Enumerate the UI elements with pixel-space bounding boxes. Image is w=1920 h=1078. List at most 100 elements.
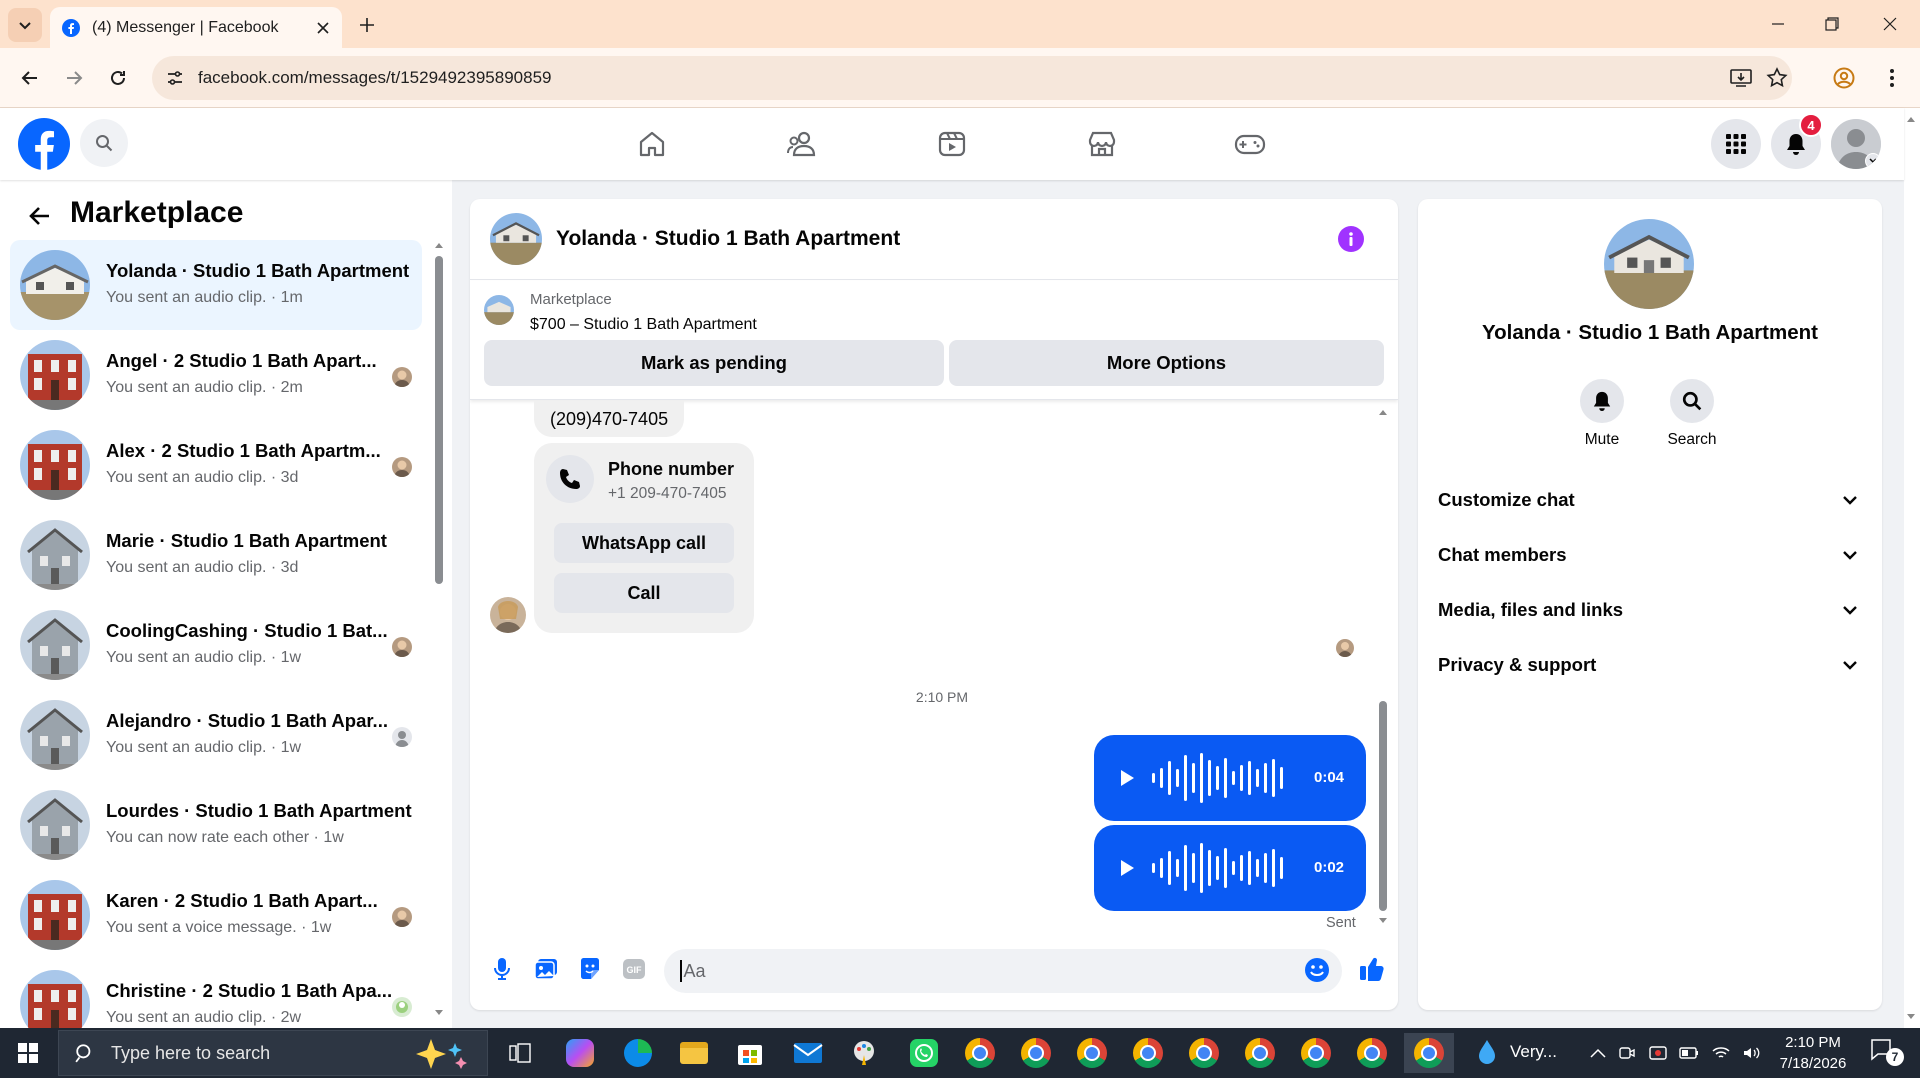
scrollbar-thumb[interactable] xyxy=(435,256,443,584)
details-section[interactable]: Privacy & support xyxy=(1438,654,1858,676)
chat-scroll-down-icon[interactable] xyxy=(1376,916,1390,926)
nav-gaming[interactable] xyxy=(1194,116,1306,172)
chat-scroll-up-icon[interactable] xyxy=(1376,407,1390,417)
listing-price-title[interactable]: $700 – Studio 1 Bath Apartment xyxy=(530,316,757,334)
facebook-search-button[interactable] xyxy=(80,119,128,167)
clock[interactable]: 2:10 PM 7/18/2026 xyxy=(1768,1032,1858,1074)
conversation-item[interactable]: Alejandro · Studio 1 Bath Apar... You sen… xyxy=(10,690,422,780)
sticker-icon xyxy=(581,958,599,979)
sticker-button[interactable] xyxy=(572,951,608,987)
details-avatar[interactable] xyxy=(1604,219,1694,309)
play-button[interactable] xyxy=(1112,853,1142,883)
scroll-up-arrow-icon[interactable] xyxy=(432,240,446,250)
chrome-profile-1[interactable] xyxy=(958,1033,1002,1073)
chrome-profile-5[interactable] xyxy=(1182,1033,1226,1073)
sender-avatar[interactable] xyxy=(490,597,526,633)
message-input[interactable]: Aa xyxy=(664,949,1342,993)
chrome-profile-4[interactable] xyxy=(1126,1033,1170,1073)
weather-widget[interactable]: Very... xyxy=(1476,1038,1557,1066)
chat-avatar[interactable] xyxy=(490,213,542,265)
mark-as-pending-button[interactable]: Mark as pending xyxy=(484,340,944,386)
conversation-item[interactable]: Yolanda · Studio 1 Bath Apartment You sen… xyxy=(10,240,422,330)
search-action[interactable]: Search xyxy=(1658,379,1726,449)
details-section[interactable]: Media, files and links xyxy=(1438,599,1858,621)
chrome-profile-8[interactable] xyxy=(1350,1033,1394,1073)
account-button[interactable] xyxy=(1831,119,1881,169)
back-button[interactable] xyxy=(12,60,48,96)
install-app-icon[interactable] xyxy=(1730,68,1752,88)
sidebar-scrollbar[interactable] xyxy=(432,240,446,1020)
gif-button[interactable]: GIF xyxy=(616,951,652,987)
more-options-button[interactable]: More Options xyxy=(949,340,1384,386)
store-app[interactable] xyxy=(728,1033,772,1073)
facebook-logo[interactable] xyxy=(18,118,70,170)
page-scroll-down-icon[interactable] xyxy=(1904,1012,1918,1022)
menu-button[interactable] xyxy=(1711,119,1761,169)
chrome-profile-6[interactable] xyxy=(1238,1033,1282,1073)
scroll-down-arrow-icon[interactable] xyxy=(432,1008,446,1018)
nav-marketplace[interactable] xyxy=(1046,116,1158,172)
conversation-item[interactable]: Karen · 2 Studio 1 Bath Apart... You sent… xyxy=(10,870,422,960)
chat-scrollbar-thumb[interactable] xyxy=(1379,701,1387,911)
system-tray[interactable] xyxy=(1590,1042,1760,1064)
chrome-active[interactable] xyxy=(1404,1033,1454,1073)
forward-button[interactable] xyxy=(56,60,92,96)
call-button[interactable]: Call xyxy=(554,573,734,613)
browser-menu-button[interactable] xyxy=(1874,60,1910,96)
whatsapp-app[interactable] xyxy=(902,1033,946,1073)
reload-button[interactable] xyxy=(100,60,136,96)
nav-friends[interactable] xyxy=(746,116,858,172)
start-button[interactable] xyxy=(6,1033,50,1073)
notification-center[interactable]: 7 xyxy=(1870,1038,1910,1068)
page-scroll-up-icon[interactable] xyxy=(1904,114,1918,124)
bookmark-star-icon[interactable] xyxy=(1766,67,1788,89)
close-tab-icon[interactable] xyxy=(316,21,330,35)
details-section[interactable]: Customize chat xyxy=(1438,489,1858,511)
tab-title: (4) Messenger | Facebook xyxy=(92,18,279,36)
attach-media-button[interactable] xyxy=(528,951,564,987)
back-to-chats-button[interactable] xyxy=(22,198,58,234)
chrome-profile-7[interactable] xyxy=(1294,1033,1338,1073)
site-settings-icon[interactable] xyxy=(166,69,184,87)
conversation-item[interactable]: Angel · 2 Studio 1 Bath Apart... You sent… xyxy=(10,330,422,420)
emoji-icon[interactable] xyxy=(1304,957,1330,983)
conversation-info-button[interactable] xyxy=(1338,226,1364,252)
mail-app[interactable] xyxy=(786,1033,830,1073)
chat-title[interactable]: Yolanda · Studio 1 Bath Apartment xyxy=(556,227,900,251)
conversation-item[interactable]: Lourdes · Studio 1 Bath Apartment You can… xyxy=(10,780,422,870)
restore-button[interactable] xyxy=(1810,6,1854,42)
copilot-app[interactable] xyxy=(558,1033,602,1073)
task-view-button[interactable] xyxy=(498,1033,542,1073)
tab-search-button[interactable] xyxy=(8,8,42,42)
minimize-button[interactable] xyxy=(1756,6,1800,42)
chrome-profile-2[interactable] xyxy=(1014,1033,1058,1073)
browser-tab[interactable]: (4) Messenger | Facebook xyxy=(50,7,342,48)
taskbar-search[interactable]: Type here to search xyxy=(58,1030,488,1076)
edge-app[interactable] xyxy=(616,1033,660,1073)
notifications-button[interactable]: 4 xyxy=(1771,113,1823,169)
new-tab-button[interactable] xyxy=(350,8,384,42)
conversation-item[interactable]: Christine · 2 Studio 1 Bath Apa... You se… xyxy=(10,960,422,1028)
details-section[interactable]: Chat members xyxy=(1438,544,1858,566)
play-button[interactable] xyxy=(1112,763,1142,793)
conversation-item[interactable]: CoolingCashing · Studio 1 Bat... You sent… xyxy=(10,600,422,690)
conversation-item[interactable]: Marie · Studio 1 Bath Apartment You sent … xyxy=(10,510,422,600)
whatsapp-call-button[interactable]: WhatsApp call xyxy=(554,523,734,563)
paint-app[interactable] xyxy=(842,1033,886,1073)
chrome-profile-3[interactable] xyxy=(1070,1033,1114,1073)
voice-clip-button[interactable] xyxy=(484,951,520,987)
mute-action[interactable]: Mute xyxy=(1568,379,1636,449)
chevron-down-icon xyxy=(1843,496,1857,505)
audio-clip-bubble[interactable]: 0:04 xyxy=(1094,735,1366,821)
close-window-button[interactable] xyxy=(1868,6,1912,42)
nav-home[interactable] xyxy=(596,116,708,172)
mail-icon xyxy=(793,1043,823,1063)
audio-clip-bubble[interactable]: 0:02 xyxy=(1094,825,1366,911)
file-explorer-app[interactable] xyxy=(672,1033,716,1073)
listing-thumbnail[interactable] xyxy=(484,295,514,325)
address-bar[interactable]: facebook.com/messages/t/1529492395890859 xyxy=(152,56,1792,100)
conversation-item[interactable]: Alex · 2 Studio 1 Bath Apartm... You sent… xyxy=(10,420,422,510)
like-button[interactable] xyxy=(1354,951,1390,987)
nav-video[interactable] xyxy=(896,116,1008,172)
profile-button[interactable] xyxy=(1826,60,1862,96)
